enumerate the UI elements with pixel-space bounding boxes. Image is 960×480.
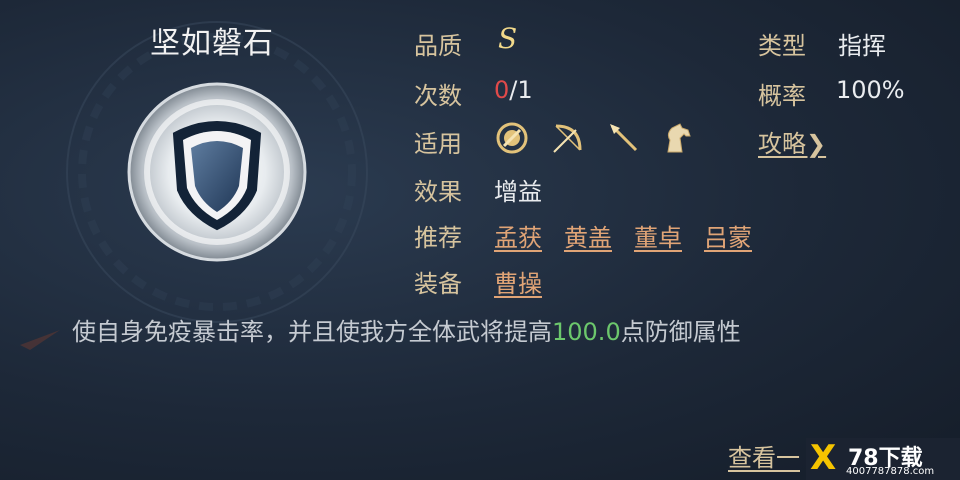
shield-icon bbox=[127, 82, 307, 262]
guide-link[interactable]: 攻略❯ bbox=[758, 124, 826, 159]
skill-title: 坚如磐石 bbox=[150, 26, 274, 61]
rate-label: 概率 bbox=[758, 82, 806, 110]
skill-description: 使自身免疫暴击率，并且使我方全体武将提高100.0点防御属性 bbox=[72, 312, 741, 347]
effect-label: 效果 bbox=[414, 178, 462, 206]
count-total: /1 bbox=[509, 76, 533, 104]
effect-value: 增益 bbox=[494, 178, 542, 206]
usable-label: 适用 bbox=[414, 130, 462, 158]
rate-value: 100% bbox=[836, 76, 905, 104]
description-text-before: 使自身免疫暴击率，并且使我方全体武将提高 bbox=[72, 318, 552, 346]
recommend-label: 推荐 bbox=[414, 224, 462, 252]
spear-icon[interactable] bbox=[606, 120, 642, 156]
description-number: 100.0 bbox=[552, 318, 621, 346]
shield-ring-icon[interactable] bbox=[494, 120, 530, 156]
quality-value: S bbox=[498, 22, 518, 55]
recommend-general-1[interactable]: 孟获 bbox=[494, 218, 542, 253]
recommend-general-2[interactable]: 黄盖 bbox=[564, 218, 612, 253]
watermark-site: 4007787878.com bbox=[846, 466, 935, 477]
quality-label: 品质 bbox=[414, 32, 462, 60]
equip-label: 装备 bbox=[414, 270, 462, 298]
recommend-general-4[interactable]: 吕蒙 bbox=[704, 218, 752, 253]
count-label: 次数 bbox=[414, 82, 462, 110]
description-text-after: 点防御属性 bbox=[620, 318, 741, 346]
count-used: 0 bbox=[494, 76, 510, 104]
equip-general[interactable]: 曹操 bbox=[494, 264, 542, 299]
watermark: X 78下载 4007787878.com bbox=[806, 438, 960, 480]
watermark-logo: X bbox=[810, 438, 837, 478]
recommend-general-3[interactable]: 董卓 bbox=[634, 218, 682, 253]
bow-icon[interactable] bbox=[550, 120, 586, 156]
type-value: 指挥 bbox=[838, 32, 886, 60]
type-label: 类型 bbox=[758, 32, 806, 60]
horse-icon[interactable] bbox=[660, 120, 696, 156]
view-more-link[interactable]: 查看一 bbox=[728, 438, 800, 473]
count-value: 0/1 bbox=[494, 76, 533, 104]
